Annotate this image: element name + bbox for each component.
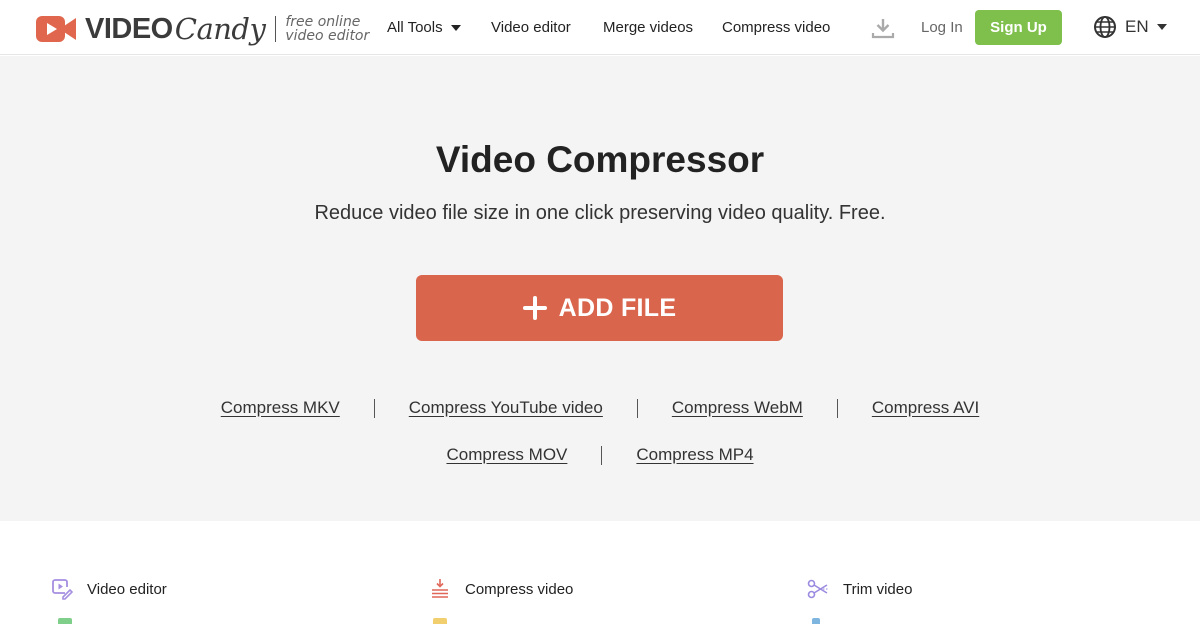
chevron-down-icon <box>1156 24 1167 30</box>
tool-compress-video[interactable]: Compress video <box>429 578 573 600</box>
logo-divider <box>275 16 277 42</box>
divider <box>373 398 375 418</box>
tool-icon-partial <box>812 618 820 624</box>
chevron-down-icon <box>450 24 461 31</box>
tagline-line1: free online <box>285 14 361 30</box>
nav-merge-videos[interactable]: Merge videos <box>603 19 693 36</box>
link-compress-mp4[interactable]: Compress MP4 <box>636 445 753 465</box>
add-file-label: ADD FILE <box>558 293 677 322</box>
signup-button[interactable]: Sign Up <box>975 10 1062 45</box>
tool-label: Compress video <box>465 580 574 598</box>
format-links-row-1: Compress MKV Compress YouTube video Comp… <box>0 398 1200 418</box>
tool-icon-partial <box>433 618 447 624</box>
logo-script: Candy <box>174 12 266 46</box>
hero-section: Video Compressor Reduce video file size … <box>0 56 1200 521</box>
nav-compress-video[interactable]: Compress video <box>722 19 830 36</box>
logo-word: VIDEO <box>85 12 173 45</box>
plus-icon <box>522 296 547 320</box>
site-header: VIDEO Candy free online video editor All… <box>0 0 1200 55</box>
tool-label: Trim video <box>843 580 913 598</box>
divider <box>601 445 603 465</box>
link-compress-mov[interactable]: Compress MOV <box>446 445 567 465</box>
nav-all-tools-label: All Tools <box>387 19 443 36</box>
tool-label: Video editor <box>87 580 167 598</box>
video-edit-icon <box>52 579 73 600</box>
link-compress-youtube[interactable]: Compress YouTube video <box>409 398 603 418</box>
page-subtitle: Reduce video file size in one click pres… <box>314 202 886 224</box>
divider <box>636 398 638 418</box>
tool-icon-partial <box>58 618 72 624</box>
download-icon[interactable] <box>871 16 895 40</box>
compress-icon <box>432 579 448 598</box>
add-file-button[interactable]: ADD FILE <box>416 275 783 341</box>
tool-video-editor[interactable]: Video editor <box>51 578 167 600</box>
link-compress-avi[interactable]: Compress AVI <box>872 398 979 418</box>
nav-all-tools[interactable]: All Tools <box>387 19 461 36</box>
globe-icon <box>1094 16 1116 38</box>
nav-video-editor[interactable]: Video editor <box>491 19 571 36</box>
link-compress-mkv[interactable]: Compress MKV <box>221 398 340 418</box>
video-camera-icon <box>36 16 76 42</box>
tool-trim-video[interactable]: Trim video <box>807 578 912 600</box>
language-selector[interactable]: EN <box>1093 15 1167 39</box>
scissors-icon <box>807 579 828 599</box>
login-link[interactable]: Log In <box>921 19 963 36</box>
link-compress-webm[interactable]: Compress WebM <box>672 398 803 418</box>
divider <box>836 398 838 418</box>
language-code: EN <box>1125 17 1149 36</box>
logo-tagline: free online video editor <box>285 15 369 43</box>
page-title: Video Compressor <box>435 139 765 180</box>
format-links-row-2: Compress MOV Compress MP4 <box>0 445 1200 465</box>
logo[interactable]: VIDEO Candy free online video editor <box>36 11 369 47</box>
tagline-line2: video editor <box>285 28 370 44</box>
